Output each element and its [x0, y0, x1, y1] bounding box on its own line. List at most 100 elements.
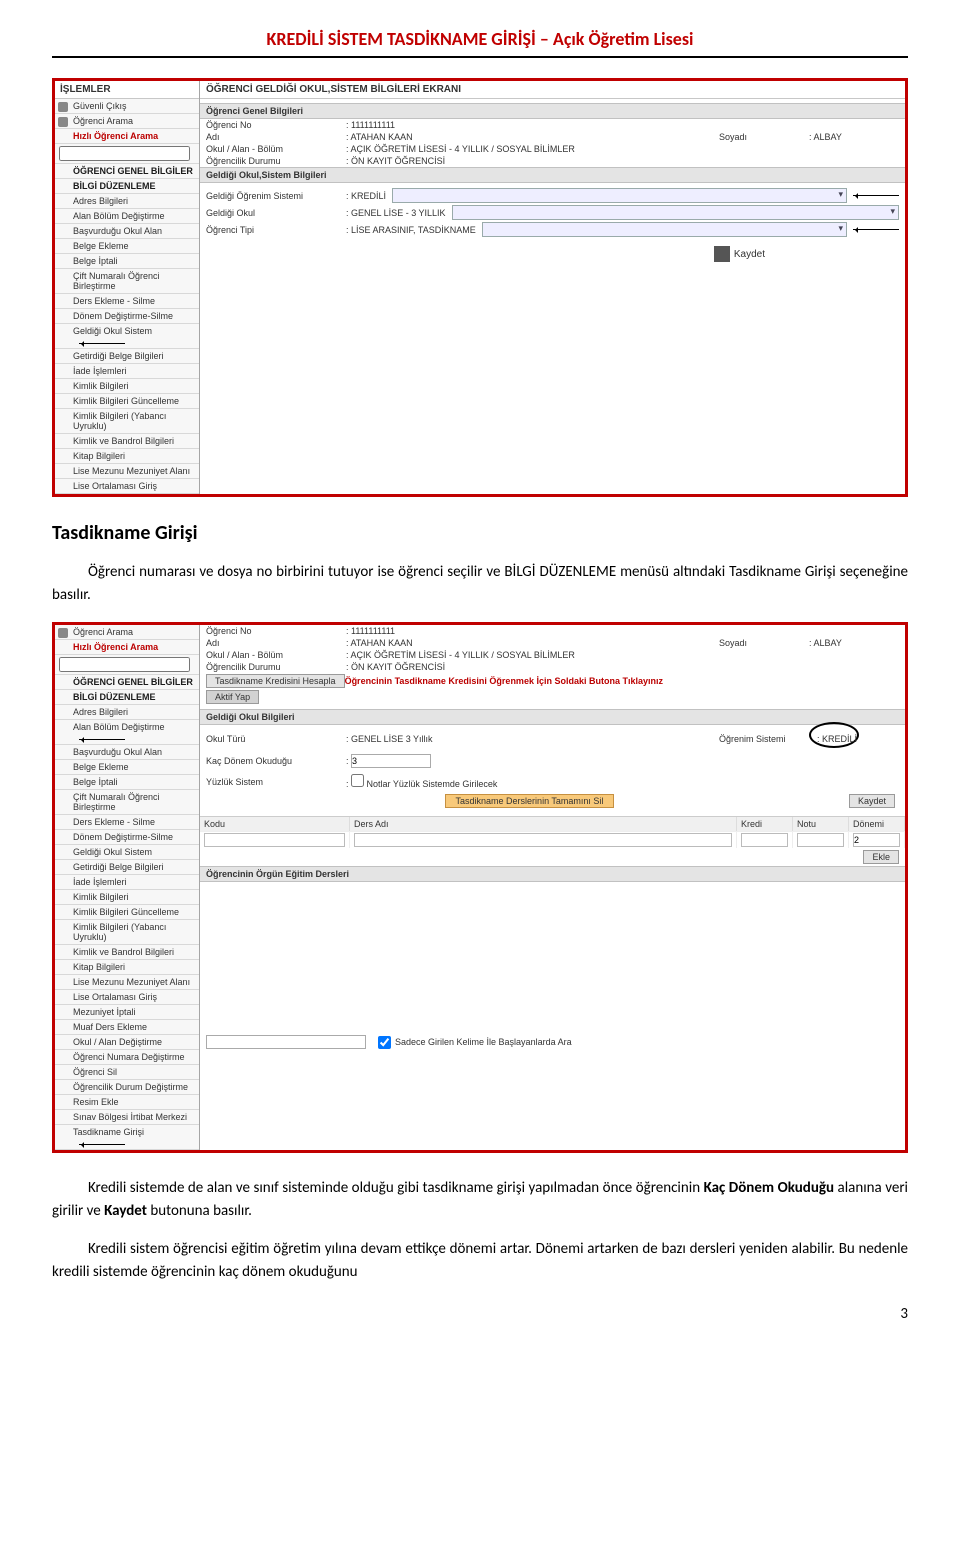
doc-heading: Tasdikname Girişi: [52, 521, 908, 545]
sidebar-item[interactable]: Öğrenci Numara Değiştirme: [55, 1050, 199, 1065]
sidebar-item[interactable]: Çift Numaralı Öğrenci Birleştirme: [55, 790, 199, 815]
status-label: Öğrencilik Durumu: [206, 156, 346, 166]
sidebar-item[interactable]: Kimlik Bilgileri Güncelleme: [55, 905, 199, 920]
sidebar-item[interactable]: İade İşlemleri: [55, 875, 199, 890]
sidebar-item-label: Alan Bölüm Değiştirme: [73, 722, 165, 732]
prev-school-select[interactable]: [452, 205, 899, 220]
sidebar-item[interactable]: Kimlik Bilgileri (Yabancı Uyruklu): [55, 920, 199, 945]
hundred-system-checkbox[interactable]: [351, 774, 364, 787]
col-term: Dönemi: [849, 817, 905, 831]
menu-group-general[interactable]: ÖĞRENCİ GENEL BİLGİLER: [55, 675, 199, 690]
sidebar-item[interactable]: Kimlik ve Bandrol Bilgileri: [55, 945, 199, 960]
sidebar-item[interactable]: Okul / Alan Değiştirme: [55, 1035, 199, 1050]
delete-all-courses-button[interactable]: Tasdikname Derslerinin Tamamını Sil: [445, 794, 615, 808]
surname-value: : ALBAY: [809, 638, 899, 648]
sidebar-item[interactable]: Kimlik Bilgileri: [55, 379, 199, 394]
sidebar-item[interactable]: Dönem Değiştirme-Silme: [55, 830, 199, 845]
surname-label: Soyadı: [719, 132, 809, 142]
sidebar-item[interactable]: Ders Ekleme - Silme: [55, 294, 199, 309]
hundred-system-label: Yüzlük Sistem: [206, 777, 346, 787]
grade-input[interactable]: [797, 833, 844, 847]
sidebar-item[interactable]: Resim Ekle: [55, 1095, 199, 1110]
save-button[interactable]: Kaydet: [849, 794, 895, 808]
sidebar-item[interactable]: Kimlik ve Bandrol Bilgileri: [55, 434, 199, 449]
course-table-header: Kodu Ders Adı Kredi Notu Dönemi: [200, 816, 905, 831]
sidebar-item[interactable]: Kitap Bilgileri: [55, 960, 199, 975]
sidebar-item[interactable]: Muaf Ders Ekleme: [55, 1020, 199, 1035]
sidebar-item-label: Geldiği Okul Sistem: [73, 326, 152, 336]
sidebar-item[interactable]: Getirdiği Belge Bilgileri: [55, 349, 199, 364]
search-input[interactable]: [206, 1035, 366, 1049]
sidebar-item[interactable]: Mezuniyet İptali: [55, 1005, 199, 1020]
sidebar-item[interactable]: Alan Bölüm Değiştirme: [55, 720, 199, 745]
quick-search-input[interactable]: [59, 657, 190, 672]
panel-title: ÖĞRENCİ GELDİĞİ OKUL,SİSTEM BİLGİLERİ EK…: [200, 81, 905, 99]
sidebar-item-label: Tasdikname Girişi: [73, 1127, 144, 1137]
course-input[interactable]: [354, 833, 732, 847]
sidebar-item[interactable]: Belge İptali: [55, 775, 199, 790]
sidebar-item[interactable]: Lise Mezunu Mezuniyet Alanı: [55, 464, 199, 479]
credit-input[interactable]: [741, 833, 788, 847]
prev-school-value: : GENEL LİSE - 3 YILLIK: [346, 208, 446, 218]
sidebar-item[interactable]: Başvurduğu Okul Alan: [55, 224, 199, 239]
starts-with-label: Sadece Girilen Kelime İle Başlayanlarda …: [395, 1037, 572, 1047]
sidebar-item[interactable]: Öğrencilik Durum Değiştirme: [55, 1080, 199, 1095]
sidebar-item[interactable]: Başvurduğu Okul Alan: [55, 745, 199, 760]
name-label: Adı: [206, 132, 346, 142]
prev-system-value: : KREDİLİ: [346, 191, 386, 201]
sidebar-item[interactable]: Kimlik Bilgileri Güncelleme: [55, 394, 199, 409]
quick-search-label: Hızlı Öğrenci Arama: [55, 640, 199, 655]
activate-button[interactable]: Aktif Yap: [206, 690, 259, 704]
sidebar-item[interactable]: Öğrenci Sil: [55, 1065, 199, 1080]
sidebar-item[interactable]: Sınav Bölgesi İrtibat Merkezi: [55, 1110, 199, 1125]
sidebar-item[interactable]: Çift Numaralı Öğrenci Birleştirme: [55, 269, 199, 294]
student-no-value: : 1111111111: [346, 120, 899, 130]
section-student-info: Öğrenci Genel Bilgileri: [200, 103, 905, 119]
sidebar-item[interactable]: Alan Bölüm Değiştirme: [55, 209, 199, 224]
menu-group-edit[interactable]: BİLGİ DÜZENLEME: [55, 179, 199, 194]
student-search-link[interactable]: Öğrenci Arama: [55, 114, 199, 129]
code-input[interactable]: [204, 833, 345, 847]
sidebar-item[interactable]: Ders Ekleme - Silme: [55, 815, 199, 830]
sidebar-item[interactable]: Lise Mezunu Mezuniyet Alanı: [55, 975, 199, 990]
calc-credit-button[interactable]: Tasdikname Kredisini Hesapla: [206, 674, 345, 688]
sidebar-item[interactable]: Tasdikname Girişi: [55, 1125, 199, 1150]
sidebar-item[interactable]: Belge Ekleme: [55, 760, 199, 775]
col-grade: Notu: [793, 817, 849, 831]
sidebar-header: İŞLEMLER: [55, 81, 199, 99]
name-value: : ATAHAN KAAN: [346, 132, 719, 142]
prev-system-select[interactable]: [392, 188, 847, 203]
add-button[interactable]: Ekle: [863, 850, 899, 864]
save-icon: [714, 246, 730, 262]
sidebar-item[interactable]: Geldiği Okul Sistem: [55, 324, 199, 349]
annotation-arrow-icon: [79, 1144, 125, 1145]
sidebar-item[interactable]: Kimlik Bilgileri: [55, 890, 199, 905]
menu-group-general[interactable]: ÖĞRENCİ GENEL BİLGİLER: [55, 164, 199, 179]
page-header: KREDİLİ SİSTEM TASDİKNAME GİRİŞİ – Açık …: [52, 28, 908, 58]
annotation-arrow-icon: [853, 229, 899, 230]
term-input[interactable]: [853, 833, 900, 847]
sidebar-item[interactable]: Dönem Değiştirme-Silme: [55, 309, 199, 324]
save-button[interactable]: Kaydet: [734, 249, 765, 260]
sidebar-item[interactable]: Getirdiği Belge Bilgileri: [55, 860, 199, 875]
starts-with-checkbox[interactable]: [378, 1036, 391, 1049]
sidebar-item[interactable]: Kimlik Bilgileri (Yabancı Uyruklu): [55, 409, 199, 434]
quick-search-input[interactable]: [59, 146, 190, 161]
sidebar-item[interactable]: Adres Bilgileri: [55, 194, 199, 209]
sidebar-item[interactable]: Kitap Bilgileri: [55, 449, 199, 464]
sidebar-item[interactable]: İade İşlemleri: [55, 364, 199, 379]
terms-studied-input[interactable]: [351, 754, 431, 768]
menu-group-edit[interactable]: BİLGİ DÜZENLEME: [55, 690, 199, 705]
student-type-select[interactable]: [482, 222, 847, 237]
student-search-link[interactable]: Öğrenci Arama: [55, 625, 199, 640]
screenshot-1: İŞLEMLER Güvenli Çıkış Öğrenci Arama Hız…: [52, 78, 908, 497]
sidebar: Öğrenci Arama Hızlı Öğrenci Arama ÖĞRENC…: [55, 625, 200, 1150]
sidebar-item[interactable]: Lise Ortalaması Giriş: [55, 990, 199, 1005]
annotation-arrow-icon: [79, 739, 125, 740]
sidebar-item[interactable]: Geldiği Okul Sistem: [55, 845, 199, 860]
safe-exit-link[interactable]: Güvenli Çıkış: [55, 99, 199, 114]
sidebar-item[interactable]: Belge Ekleme: [55, 239, 199, 254]
sidebar-item[interactable]: Lise Ortalaması Giriş: [55, 479, 199, 494]
sidebar-item[interactable]: Adres Bilgileri: [55, 705, 199, 720]
sidebar-item[interactable]: Belge İptali: [55, 254, 199, 269]
